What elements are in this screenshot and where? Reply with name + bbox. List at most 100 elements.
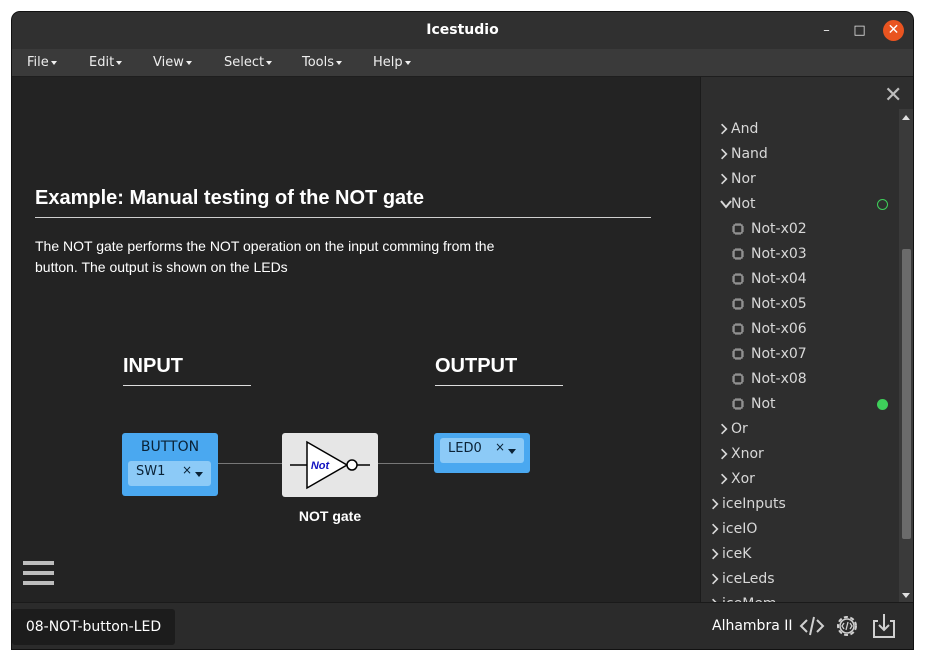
clear-pin-icon[interactable]: × [182,463,192,477]
tree-block-item[interactable]: Not-x05 [701,294,899,314]
menu-file[interactable]: File [27,49,57,77]
chevron-right-icon[interactable] [720,172,728,186]
not-gate-block[interactable]: Not [282,433,378,497]
status-dot-filled-icon [877,399,888,410]
tree-block-item[interactable]: Not-x04 [701,269,899,289]
chevron-right-icon[interactable] [720,122,728,136]
menu-help-label: Help [373,55,403,70]
chip-icon [732,298,744,310]
tree-block-item[interactable]: Not-x02 [701,219,899,239]
chevron-right-icon[interactable] [711,547,719,561]
button-input-block[interactable]: BUTTON SW1 × [122,433,218,496]
download-icon[interactable] [870,612,898,640]
caret-down-icon [185,60,192,65]
info-title: Example: Manual testing of the NOT gate [35,187,424,209]
settings-code-icon[interactable] [833,612,861,640]
chevron-right-icon[interactable] [720,422,728,436]
output-pin-select[interactable]: LED0 × [440,438,524,463]
caret-down-icon [266,60,273,65]
scroll-thumb[interactable] [902,249,911,539]
menu-view-label: View [153,55,184,70]
chip-icon [732,223,744,235]
dropdown-caret-icon [508,449,516,454]
menu-bar: File Edit View Select Tools Help [12,49,913,77]
chevron-right-icon[interactable] [711,572,719,586]
window-title: Icestudio [426,22,499,38]
menu-help[interactable]: Help [373,49,411,77]
chevron-right-icon[interactable] [711,522,719,536]
chip-icon [732,398,744,410]
tree-item-label: iceIO [722,521,758,537]
tree-category-item[interactable]: Or [701,419,899,439]
tree-item-label: Xnor [731,446,764,462]
chevron-right-icon[interactable] [720,447,728,461]
hamburger-menu-icon[interactable] [23,561,54,591]
menu-file-label: File [27,55,49,70]
maximize-button[interactable]: □ [849,20,870,41]
status-bar: 08-NOT-button-LED Alhambra II [12,602,913,649]
chevron-right-icon[interactable] [720,147,728,161]
close-button[interactable]: ✕ [883,20,904,41]
tree-block-item[interactable]: Not-x03 [701,244,899,264]
block-library-panel: ✕ And Nand Nor Not Not-x02 Not-x03 Not-x04 Not-… [700,77,913,602]
led-output-block[interactable]: LED0 × [434,433,530,473]
menu-view[interactable]: View [153,49,192,77]
minimize-button[interactable]: – [816,20,837,41]
tree-category-item[interactable]: iceLeds [701,569,899,589]
chip-icon [732,248,744,260]
info-description: The NOT gate performs the NOT operation … [35,238,495,275]
chevron-right-icon[interactable] [711,497,719,511]
menu-tools[interactable]: Tools [302,49,343,77]
tree-item-label: Not-x06 [751,321,807,337]
tree-category-item[interactable]: iceK [701,544,899,564]
menu-edit[interactable]: Edit [89,49,123,77]
wire-gate-to-output[interactable] [378,463,434,464]
caret-down-icon [50,60,57,65]
scroll-down-icon[interactable] [902,593,910,598]
tree-item-label: Nor [731,171,756,187]
output-section-label: OUTPUT [435,355,518,377]
caret-down-icon [116,60,123,65]
clear-pin-icon[interactable]: × [495,440,505,454]
tree-block-item[interactable]: Not-x08 [701,369,899,389]
status-dot-outline-icon [877,199,888,210]
tree-category-item[interactable]: iceIO [701,519,899,539]
tree-category-item[interactable]: Xor [701,469,899,489]
design-canvas[interactable]: Example: Manual testing of the NOT gate … [12,77,700,602]
input-pin-value: SW1 [136,464,166,479]
info-divider [35,217,651,218]
gate-symbol-label: Not [311,460,331,472]
file-tab[interactable]: 08-NOT-button-LED [12,609,175,645]
chip-icon [732,323,744,335]
title-bar: Icestudio – □ ✕ [12,12,913,49]
tree-item-label: iceInputs [722,496,786,512]
output-section-divider [435,385,563,386]
tree-category-item[interactable]: Nand [701,144,899,164]
tree-item-label: Or [731,421,748,437]
tree-category-item[interactable]: iceInputs [701,494,899,514]
input-pin-select[interactable]: SW1 × [128,461,211,486]
tree-block-item[interactable]: Not [701,394,899,414]
tree-category-item[interactable]: iceMem [701,594,899,602]
panel-scrollbar[interactable] [899,109,913,602]
tree-category-item[interactable]: Nor [701,169,899,189]
wire-input-to-gate[interactable] [218,463,282,464]
tree-category-item[interactable]: Xnor [701,444,899,464]
tree-item-label: Not [731,196,756,212]
scroll-up-icon[interactable] [902,115,910,120]
caret-down-icon [404,60,411,65]
menu-select[interactable]: Select [224,49,273,77]
board-name[interactable]: Alhambra II [712,618,793,634]
tree-item-label: iceLeds [722,571,775,587]
tree-block-item[interactable]: Not-x07 [701,344,899,364]
close-panel-icon[interactable]: ✕ [884,84,902,106]
tree-category-item[interactable]: Not [701,194,899,214]
chevron-right-icon[interactable] [720,472,728,486]
tree-item-label: Not-x03 [751,246,807,262]
tree-category-item[interactable]: And [701,119,899,139]
chip-icon [732,348,744,360]
code-icon[interactable] [798,612,826,640]
app-window: Icestudio – □ ✕ File Edit View Select To… [12,12,913,649]
tree-block-item[interactable]: Not-x06 [701,319,899,339]
menu-edit-label: Edit [89,55,115,70]
